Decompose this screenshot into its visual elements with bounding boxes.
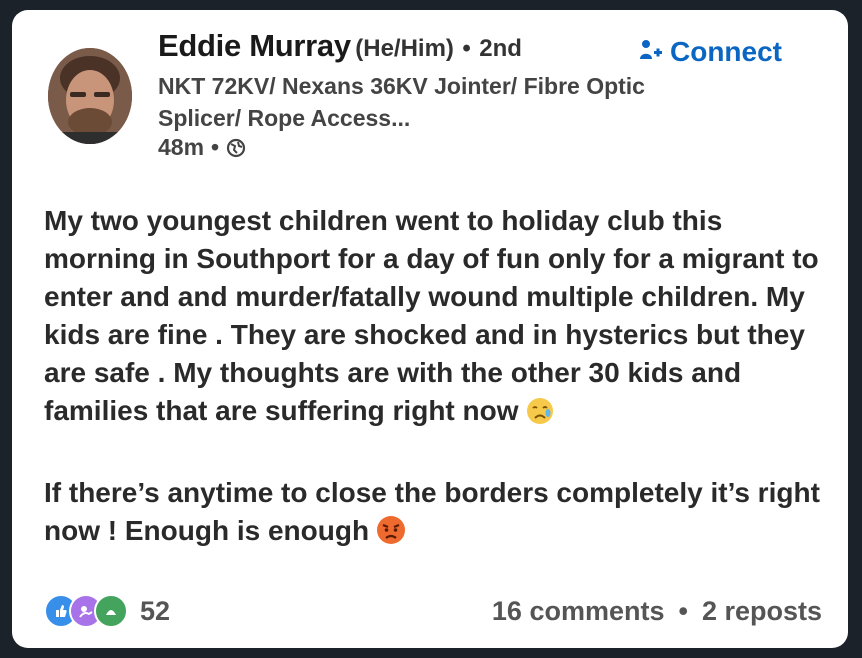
separator-dot: • (462, 35, 471, 62)
author-name[interactable]: Eddie Murray (158, 28, 351, 63)
post-timestamp: 48m (158, 134, 205, 160)
connection-degree: 2nd (479, 35, 522, 62)
post-card: Eddie Murray (He/Him) • 2nd Connect NKT … (12, 10, 848, 648)
reaction-icons (44, 594, 128, 628)
crying-face-emoji-icon (525, 396, 555, 436)
author-headline: NKT 72KV/ Nexans 36KV Jointer/ Fibre Opt… (158, 73, 645, 131)
post-paragraph: If there’s anytime to close the borders … (44, 474, 834, 556)
post-stats: 16 comments • 2 reposts (492, 596, 822, 627)
connect-button[interactable]: Connect (640, 36, 782, 68)
insightful-icon (94, 594, 128, 628)
connect-label: Connect (670, 36, 782, 67)
globe-icon (226, 138, 246, 158)
angry-face-emoji-icon (375, 514, 407, 556)
post-paragraph: My two youngest children went to holiday… (44, 202, 834, 436)
author-row: Eddie Murray (He/Him) • 2nd (158, 28, 522, 64)
add-person-icon (640, 39, 662, 65)
post-meta: 48m • (158, 134, 246, 161)
post-text: If there’s anytime to close the borders … (44, 477, 820, 546)
post-text: My two youngest children went to holiday… (44, 205, 819, 426)
post-body: My two youngest children went to holiday… (44, 202, 834, 556)
avatar[interactable] (48, 48, 132, 144)
comments-count[interactable]: 16 comments (492, 596, 665, 627)
reposts-count[interactable]: 2 reposts (702, 596, 822, 627)
post-footer: 52 16 comments • 2 reposts (44, 594, 822, 628)
reaction-count: 52 (140, 595, 171, 626)
meta-separator: • (211, 134, 220, 160)
author-pronouns: (He/Him) (355, 35, 454, 62)
reactions-summary[interactable]: 52 (44, 594, 170, 628)
stats-separator: • (678, 595, 688, 626)
